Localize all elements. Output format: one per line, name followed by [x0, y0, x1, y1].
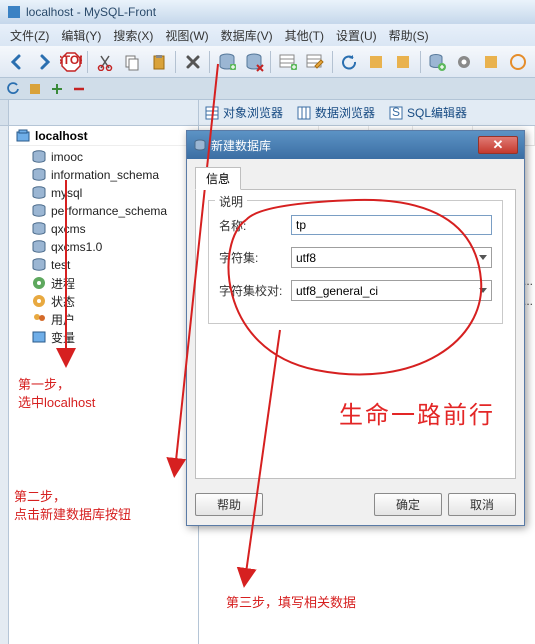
tree-item[interactable]: qxcms1.0 — [9, 238, 198, 256]
tree-root[interactable]: localhost — [9, 126, 198, 146]
tree-item[interactable]: qxcms — [9, 220, 198, 238]
grid-icon — [297, 106, 311, 120]
back-button[interactable] — [4, 49, 29, 75]
tree-item[interactable]: 用户 — [9, 310, 198, 328]
name-input[interactable] — [291, 215, 492, 235]
help-button[interactable]: 帮助 — [195, 493, 263, 516]
sub-minus-icon[interactable] — [70, 80, 88, 98]
svg-text:S: S — [392, 106, 400, 119]
new-table-button[interactable] — [275, 49, 300, 75]
db-add-button[interactable] — [425, 49, 450, 75]
menu-edit[interactable]: 编辑(Y) — [57, 26, 105, 45]
new-database-button[interactable] — [214, 49, 239, 75]
name-label: 名称: — [219, 217, 291, 234]
cut-button[interactable] — [92, 49, 117, 75]
grid-icon — [205, 106, 219, 120]
refresh-button[interactable] — [337, 49, 362, 75]
collation-label: 字符集校对: — [219, 282, 291, 299]
dialog-titlebar[interactable]: 新建数据库 ✕ — [187, 131, 524, 159]
dialog-title: 新建数据库 — [211, 137, 271, 154]
settings-button[interactable] — [452, 49, 477, 75]
app-icon — [6, 4, 22, 20]
sub-plus-icon[interactable] — [48, 80, 66, 98]
annotation-step3: 第三步，填写相关数据 — [226, 594, 356, 612]
chevron-down-icon — [479, 255, 487, 260]
dialog-tab-info[interactable]: 信息 — [195, 167, 241, 190]
menubar: 文件(Z) 编辑(Y) 搜索(X) 视图(W) 数据库(V) 其他(T) 设置(… — [0, 24, 535, 46]
new-database-dialog: 新建数据库 ✕ 信息 说明 名称: 字符集: utf8 字符集校对: utf8_… — [186, 130, 525, 526]
annotation-step2: 第二步， 点击新建数据库按钮 — [14, 488, 131, 524]
tree-item[interactable]: 状态 — [9, 292, 198, 310]
watermark-text: 生命一路前行 — [339, 395, 495, 430]
tab-sql-editor[interactable]: S SQL编辑器 — [389, 104, 467, 121]
charset-label: 字符集: — [219, 249, 291, 266]
menu-file[interactable]: 文件(Z) — [6, 26, 53, 45]
chevron-down-icon — [479, 288, 487, 293]
tree-item-label: 用户 — [51, 311, 75, 328]
tree-item[interactable]: performance_schema — [9, 202, 198, 220]
tool-orange4[interactable] — [506, 49, 531, 75]
tree-item-label: mysql — [51, 186, 82, 200]
tree-root-label: localhost — [35, 129, 88, 143]
svg-text:STOP: STOP — [60, 53, 82, 67]
cancel-button[interactable]: 取消 — [448, 493, 516, 516]
drop-database-button[interactable] — [241, 49, 266, 75]
ok-button[interactable]: 确定 — [374, 493, 442, 516]
collation-combo[interactable]: utf8_general_ci — [291, 280, 492, 301]
menu-settings[interactable]: 设置(U) — [332, 26, 381, 45]
tree-item[interactable]: information_schema — [9, 166, 198, 184]
tool-orange2[interactable] — [391, 49, 416, 75]
tree-item[interactable]: mysql — [9, 184, 198, 202]
tree-item[interactable]: imooc — [9, 148, 198, 166]
delete-button[interactable] — [180, 49, 205, 75]
stop-button[interactable]: STOP — [58, 49, 83, 75]
tree-item-label: imooc — [51, 150, 83, 164]
tree-item-label: 变量 — [51, 329, 75, 346]
left-rail — [0, 126, 9, 644]
menu-search[interactable]: 搜索(X) — [109, 26, 157, 45]
tab-data-browser[interactable]: 数据浏览器 — [297, 104, 375, 121]
tree-item[interactable]: test — [9, 256, 198, 274]
window-titlebar: localhost - MySQL-Front — [0, 0, 535, 24]
tab-object-browser[interactable]: 对象浏览器 — [205, 104, 283, 121]
tree-item-label: test — [51, 258, 70, 272]
tree-item[interactable]: 变量 — [9, 328, 198, 346]
sub-misc-icon[interactable] — [26, 80, 44, 98]
tree-item-label: 进程 — [51, 275, 75, 292]
fieldset-legend: 说明 — [215, 193, 247, 210]
tree-item-label: information_schema — [51, 168, 159, 182]
menu-database[interactable]: 数据库(V) — [217, 26, 277, 45]
window-title: localhost - MySQL-Front — [26, 5, 156, 19]
sql-icon: S — [389, 106, 403, 120]
tool-orange3[interactable] — [479, 49, 504, 75]
charset-combo[interactable]: utf8 — [291, 247, 492, 268]
tab-bar-row: 对象浏览器 数据浏览器 S SQL编辑器 — [0, 100, 535, 126]
collation-value: utf8_general_ci — [296, 284, 378, 298]
tool-orange1[interactable] — [364, 49, 389, 75]
sub-refresh-icon[interactable] — [4, 80, 22, 98]
tree-item-label: 状态 — [51, 293, 75, 310]
close-button[interactable]: ✕ — [478, 136, 518, 154]
tree-item-label: qxcms — [51, 222, 86, 236]
copy-button[interactable] — [119, 49, 144, 75]
tab-label: 对象浏览器 — [223, 104, 283, 121]
charset-value: utf8 — [296, 251, 316, 265]
paste-button[interactable] — [146, 49, 171, 75]
annotation-step1: 第一步， 选中localhost — [18, 376, 95, 412]
tree-item-label: performance_schema — [51, 204, 167, 218]
sub-toolbar — [0, 78, 535, 100]
db-icon — [193, 138, 207, 152]
host-icon — [15, 128, 31, 144]
menu-help[interactable]: 帮助(S) — [385, 26, 433, 45]
forward-button[interactable] — [31, 49, 56, 75]
menu-other[interactable]: 其他(T) — [281, 26, 328, 45]
tab-label: 数据浏览器 — [315, 104, 375, 121]
tree-item-label: qxcms1.0 — [51, 240, 102, 254]
menu-view[interactable]: 视图(W) — [161, 26, 212, 45]
tab-label: SQL编辑器 — [407, 104, 467, 121]
edit-table-button[interactable] — [303, 49, 328, 75]
tree-item[interactable]: 进程 — [9, 274, 198, 292]
main-toolbar: STOP — [0, 46, 535, 78]
